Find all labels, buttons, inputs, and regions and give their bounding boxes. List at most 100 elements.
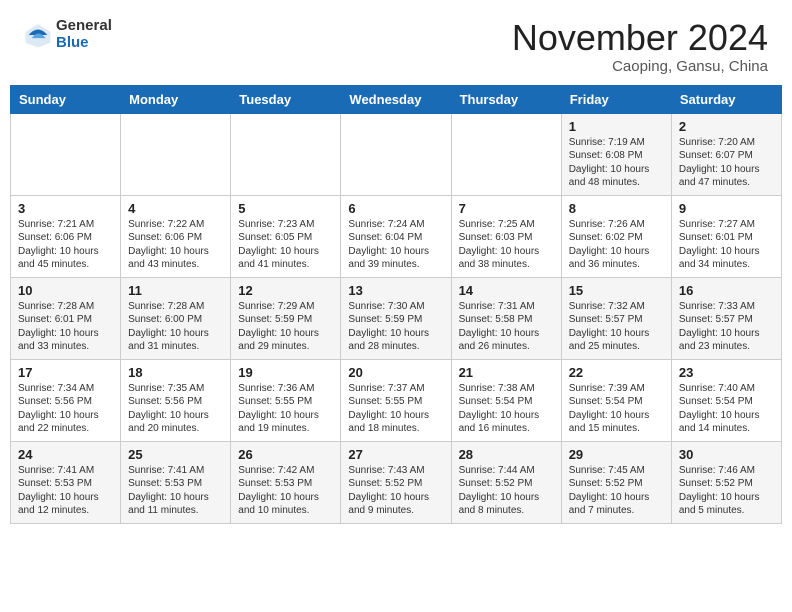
weekday-header-monday: Monday [121,85,231,113]
day-number: 21 [459,365,554,380]
day-number: 25 [128,447,223,462]
calendar-cell: 22 Sunrise: 7:39 AM Sunset: 5:54 PM Dayli… [561,359,671,441]
day-number: 29 [569,447,664,462]
day-info: Sunrise: 7:41 AM Sunset: 5:53 PM Dayligh… [18,464,113,518]
calendar-week-5: 24 Sunrise: 7:41 AM Sunset: 5:53 PM Dayli… [11,441,782,523]
day-number: 14 [459,283,554,298]
day-info: Sunrise: 7:21 AM Sunset: 6:06 PM Dayligh… [18,218,113,272]
calendar-cell: 14 Sunrise: 7:31 AM Sunset: 5:58 PM Dayli… [451,277,561,359]
day-info: Sunrise: 7:19 AM Sunset: 6:08 PM Dayligh… [569,136,664,190]
title-block: November 2024 Caoping, Gansu, China [512,18,768,75]
day-info: Sunrise: 7:34 AM Sunset: 5:56 PM Dayligh… [18,382,113,436]
calendar-cell: 24 Sunrise: 7:41 AM Sunset: 5:53 PM Dayli… [11,441,121,523]
calendar-cell: 15 Sunrise: 7:32 AM Sunset: 5:57 PM Dayli… [561,277,671,359]
day-number: 15 [569,283,664,298]
calendar-cell: 5 Sunrise: 7:23 AM Sunset: 6:05 PM Daylig… [231,195,341,277]
day-number: 22 [569,365,664,380]
calendar-cell: 20 Sunrise: 7:37 AM Sunset: 5:55 PM Dayli… [341,359,451,441]
day-number: 24 [18,447,113,462]
calendar-week-2: 3 Sunrise: 7:21 AM Sunset: 6:06 PM Daylig… [11,195,782,277]
day-info: Sunrise: 7:46 AM Sunset: 5:52 PM Dayligh… [679,464,774,518]
day-number: 23 [679,365,774,380]
day-info: Sunrise: 7:42 AM Sunset: 5:53 PM Dayligh… [238,464,333,518]
day-number: 4 [128,201,223,216]
logo: General Blue [24,18,112,51]
day-info: Sunrise: 7:44 AM Sunset: 5:52 PM Dayligh… [459,464,554,518]
calendar-week-4: 17Sunrise: 7:34 AM Sunset: 5:56 PM Dayli… [11,359,782,441]
day-number: 20 [348,365,443,380]
day-info: Sunrise: 7:23 AM Sunset: 6:05 PM Dayligh… [238,218,333,272]
weekday-header-sunday: Sunday [11,85,121,113]
day-number: 3 [18,201,113,216]
weekday-header-thursday: Thursday [451,85,561,113]
calendar-cell: 25 Sunrise: 7:41 AM Sunset: 5:53 PM Dayli… [121,441,231,523]
calendar-body: 1Sunrise: 7:19 AM Sunset: 6:08 PM Daylig… [11,113,782,523]
day-number: 12 [238,283,333,298]
day-info: Sunrise: 7:30 AM Sunset: 5:59 PM Dayligh… [348,300,443,354]
calendar-cell: 13 Sunrise: 7:30 AM Sunset: 5:59 PM Dayli… [341,277,451,359]
month-year: November 2024 [512,18,768,58]
calendar-cell [231,113,341,195]
logo-general-text: General [56,18,112,35]
calendar-cell: 27 Sunrise: 7:43 AM Sunset: 5:52 PM Dayli… [341,441,451,523]
day-number: 19 [238,365,333,380]
weekday-header-tuesday: Tuesday [231,85,341,113]
calendar-cell: 3 Sunrise: 7:21 AM Sunset: 6:06 PM Daylig… [11,195,121,277]
day-info: Sunrise: 7:24 AM Sunset: 6:04 PM Dayligh… [348,218,443,272]
day-number: 13 [348,283,443,298]
calendar-week-1: 1Sunrise: 7:19 AM Sunset: 6:08 PM Daylig… [11,113,782,195]
day-number: 5 [238,201,333,216]
day-number: 11 [128,283,223,298]
day-info: Sunrise: 7:28 AM Sunset: 6:00 PM Dayligh… [128,300,223,354]
day-number: 30 [679,447,774,462]
day-info: Sunrise: 7:22 AM Sunset: 6:06 PM Dayligh… [128,218,223,272]
day-info: Sunrise: 7:39 AM Sunset: 5:54 PM Dayligh… [569,382,664,436]
calendar-cell [341,113,451,195]
day-info: Sunrise: 7:27 AM Sunset: 6:01 PM Dayligh… [679,218,774,272]
calendar-week-3: 10 Sunrise: 7:28 AM Sunset: 6:01 PM Dayli… [11,277,782,359]
day-number: 16 [679,283,774,298]
calendar-cell: 21Sunrise: 7:38 AM Sunset: 5:54 PM Dayli… [451,359,561,441]
calendar-cell: 18Sunrise: 7:35 AM Sunset: 5:56 PM Dayli… [121,359,231,441]
weekday-header-saturday: Saturday [671,85,781,113]
day-info: Sunrise: 7:37 AM Sunset: 5:55 PM Dayligh… [348,382,443,436]
day-info: Sunrise: 7:32 AM Sunset: 5:57 PM Dayligh… [569,300,664,354]
calendar-cell: 28 Sunrise: 7:44 AM Sunset: 5:52 PM Dayli… [451,441,561,523]
location: Caoping, Gansu, China [512,58,768,75]
calendar-cell: 12 Sunrise: 7:29 AM Sunset: 5:59 PM Dayli… [231,277,341,359]
day-info: Sunrise: 7:45 AM Sunset: 5:52 PM Dayligh… [569,464,664,518]
logo-icon [24,21,52,49]
day-info: Sunrise: 7:41 AM Sunset: 5:53 PM Dayligh… [128,464,223,518]
weekday-header-friday: Friday [561,85,671,113]
weekday-header-wednesday: Wednesday [341,85,451,113]
day-number: 7 [459,201,554,216]
logo-blue-text: Blue [56,35,112,52]
day-info: Sunrise: 7:28 AM Sunset: 6:01 PM Dayligh… [18,300,113,354]
calendar-table: SundayMondayTuesdayWednesdayThursdayFrid… [10,85,782,524]
header: General Blue November 2024 Caoping, Gans… [0,0,792,85]
day-number: 6 [348,201,443,216]
day-info: Sunrise: 7:31 AM Sunset: 5:58 PM Dayligh… [459,300,554,354]
day-info: Sunrise: 7:40 AM Sunset: 5:54 PM Dayligh… [679,382,774,436]
day-info: Sunrise: 7:33 AM Sunset: 5:57 PM Dayligh… [679,300,774,354]
calendar-cell [11,113,121,195]
calendar-cell: 19Sunrise: 7:36 AM Sunset: 5:55 PM Dayli… [231,359,341,441]
day-info: Sunrise: 7:20 AM Sunset: 6:07 PM Dayligh… [679,136,774,190]
day-number: 26 [238,447,333,462]
day-info: Sunrise: 7:43 AM Sunset: 5:52 PM Dayligh… [348,464,443,518]
calendar-cell: 8Sunrise: 7:26 AM Sunset: 6:02 PM Daylig… [561,195,671,277]
calendar-cell: 9Sunrise: 7:27 AM Sunset: 6:01 PM Daylig… [671,195,781,277]
weekday-header-row: SundayMondayTuesdayWednesdayThursdayFrid… [11,85,782,113]
day-info: Sunrise: 7:35 AM Sunset: 5:56 PM Dayligh… [128,382,223,436]
day-number: 27 [348,447,443,462]
calendar-cell: 23 Sunrise: 7:40 AM Sunset: 5:54 PM Dayli… [671,359,781,441]
calendar-cell: 4 Sunrise: 7:22 AM Sunset: 6:06 PM Daylig… [121,195,231,277]
day-number: 10 [18,283,113,298]
day-info: Sunrise: 7:29 AM Sunset: 5:59 PM Dayligh… [238,300,333,354]
calendar-cell: 10 Sunrise: 7:28 AM Sunset: 6:01 PM Dayli… [11,277,121,359]
calendar-cell: 1Sunrise: 7:19 AM Sunset: 6:08 PM Daylig… [561,113,671,195]
calendar-wrapper: SundayMondayTuesdayWednesdayThursdayFrid… [0,85,792,534]
calendar-cell [121,113,231,195]
calendar-cell: 26 Sunrise: 7:42 AM Sunset: 5:53 PM Dayli… [231,441,341,523]
day-number: 28 [459,447,554,462]
